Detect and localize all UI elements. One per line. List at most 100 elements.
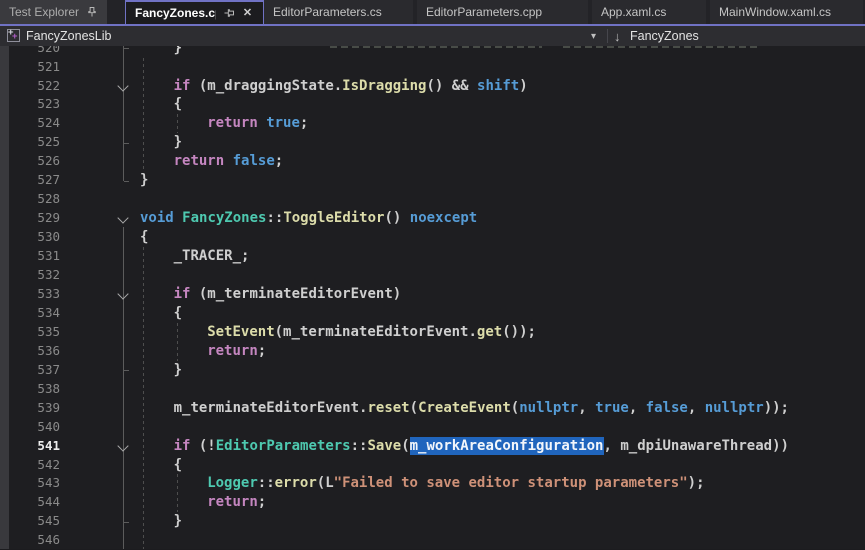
project-name: FancyZonesLib: [26, 29, 111, 43]
code-line-525[interactable]: 525}: [0, 133, 865, 152]
code-line-537[interactable]: 537}: [0, 361, 865, 380]
line-number: 535: [0, 323, 60, 342]
tab-mainwindow-xaml-cs[interactable]: MainWindow.xaml.cs: [710, 0, 863, 24]
code-line-529[interactable]: 529 void FancyZones::ToggleEditor() noexc…: [0, 209, 865, 228]
code-line-534[interactable]: 534{: [0, 304, 865, 323]
code-text: m_terminateEditorEvent.reset(CreateEvent…: [174, 399, 789, 418]
code-line-524[interactable]: 524 return true;: [0, 114, 865, 133]
tab-fancyzones-cpp[interactable]: FancyZones.cpp ✕: [125, 0, 264, 24]
code-text: if (m_draggingState.IsDragging() && shif…: [174, 77, 528, 96]
code-text: }: [174, 361, 182, 380]
code-line-542[interactable]: 542 {: [0, 456, 865, 475]
line-number: 544: [0, 493, 60, 512]
tab-label: EditorParameters.cs: [273, 5, 382, 19]
arrow-down-icon: ↓: [614, 26, 621, 46]
line-number: 528: [0, 190, 60, 209]
tab-bar: Test Explorer FancyZones.cpp ✕ EditorParame…: [0, 0, 865, 24]
tab-accent-line: [0, 24, 865, 26]
line-number: 543: [0, 474, 60, 493]
code-line-528[interactable]: 528: [0, 190, 865, 209]
navigation-bar: ++ FancyZonesLib ▾ ↓ FancyZones: [0, 26, 865, 46]
code-text: }: [174, 133, 182, 152]
code-text: }: [174, 512, 182, 531]
line-number: 538: [0, 380, 60, 399]
scope-dropdown[interactable]: FancyZones: [630, 26, 699, 46]
code-line-543[interactable]: 543 Logger::error(L"Failed to save editor…: [0, 474, 865, 493]
code-line-523[interactable]: 523 {: [0, 95, 865, 114]
tab-label: Test Explorer: [9, 5, 79, 19]
line-number: 537: [0, 361, 60, 380]
code-text: {: [174, 304, 182, 323]
code-line-546[interactable]: 546: [0, 531, 865, 550]
line-number: 539: [0, 399, 60, 418]
cpp-project-icon: ++: [7, 29, 20, 42]
code-line-533[interactable]: 533if (m_terminateEditorEvent): [0, 285, 865, 304]
code-text: {: [140, 228, 148, 247]
fold-chevron-icon[interactable]: [117, 440, 128, 451]
code-line-530[interactable]: 530 {: [0, 228, 865, 247]
code-line-545[interactable]: 545}: [0, 512, 865, 531]
tab-test-explorer[interactable]: Test Explorer: [0, 0, 107, 24]
tab-separator: [107, 0, 125, 24]
code-line-526[interactable]: 526 return false;: [0, 152, 865, 171]
code-line-539[interactable]: 539 m_terminateEditorEvent.reset(CreateEv…: [0, 399, 865, 418]
tab-editorparameters-cs[interactable]: EditorParameters.cs: [264, 0, 413, 24]
line-number: 532: [0, 266, 60, 285]
code-line-531[interactable]: 531 _TRACER_;: [0, 247, 865, 266]
tab-label: App.xaml.cs: [601, 5, 666, 19]
code-text: return true;: [207, 114, 308, 133]
code-line-544[interactable]: 544 return;: [0, 493, 865, 512]
code-text: _TRACER_;: [174, 247, 250, 266]
line-number: 540: [0, 418, 60, 437]
code-line-541[interactable]: 541if (!EditorParameters::Save(m_workAre…: [0, 437, 865, 456]
line-number: 533: [0, 285, 60, 304]
code-line-540[interactable]: 540: [0, 418, 865, 437]
chevron-down-icon[interactable]: ▾: [591, 26, 596, 46]
code-line-538[interactable]: 538: [0, 380, 865, 399]
code-text: return false;: [174, 152, 284, 171]
line-number: 523: [0, 95, 60, 114]
code-text: return;: [207, 342, 266, 361]
line-number: 526: [0, 152, 60, 171]
line-number: 529: [0, 209, 60, 228]
tab-app-xaml-cs[interactable]: App.xaml.cs: [592, 0, 706, 24]
fold-chevron-icon[interactable]: [117, 212, 128, 223]
code-text: SetEvent(m_terminateEditorEvent.get());: [207, 323, 536, 342]
navbar-divider: [607, 29, 608, 43]
code-line-527[interactable]: 527}: [0, 171, 865, 190]
pin-icon[interactable]: [222, 7, 235, 20]
line-number: 525: [0, 133, 60, 152]
line-number: 546: [0, 531, 60, 550]
tab-editorparameters-cpp[interactable]: EditorParameters.cpp: [417, 0, 588, 24]
code-text: {: [174, 95, 182, 114]
code-text: return;: [207, 493, 266, 512]
tab-label: FancyZones.cpp: [135, 6, 216, 20]
line-number: 531: [0, 247, 60, 266]
line-number: 542: [0, 456, 60, 475]
line-number: 545: [0, 512, 60, 531]
code-line-532[interactable]: 532: [0, 266, 865, 285]
code-text: }: [140, 171, 148, 190]
pin-icon[interactable]: [85, 6, 98, 19]
code-line-522[interactable]: 522if (m_draggingState.IsDragging() && s…: [0, 77, 865, 96]
line-number: 530: [0, 228, 60, 247]
line-number: 521: [0, 58, 60, 77]
code-text: Logger::error(L"Failed to save editor st…: [207, 474, 704, 493]
code-line-521[interactable]: 521: [0, 58, 865, 77]
line-number: 536: [0, 342, 60, 361]
tab-label: MainWindow.xaml.cs: [719, 5, 831, 19]
code-text: {: [174, 456, 182, 475]
code-line-536[interactable]: 536 return;: [0, 342, 865, 361]
fold-chevron-icon[interactable]: [117, 288, 128, 299]
close-icon[interactable]: ✕: [241, 7, 254, 20]
code-text: void FancyZones::ToggleEditor() noexcept: [140, 209, 477, 228]
code-text: if (!EditorParameters::Save(m_workAreaCo…: [174, 437, 789, 456]
line-number: 524: [0, 114, 60, 133]
project-dropdown[interactable]: FancyZonesLib: [26, 26, 111, 46]
code-line-535[interactable]: 535 SetEvent(m_terminateEditorEvent.get()…: [0, 323, 865, 342]
scope-name: FancyZones: [630, 29, 699, 43]
highlighted-token: m_workAreaConfiguration: [410, 438, 604, 454]
tab-label: EditorParameters.cpp: [426, 5, 542, 19]
fold-chevron-icon[interactable]: [117, 80, 128, 91]
code-editor[interactable]: 520}521522if (m_draggingState.IsDragging…: [0, 0, 865, 549]
